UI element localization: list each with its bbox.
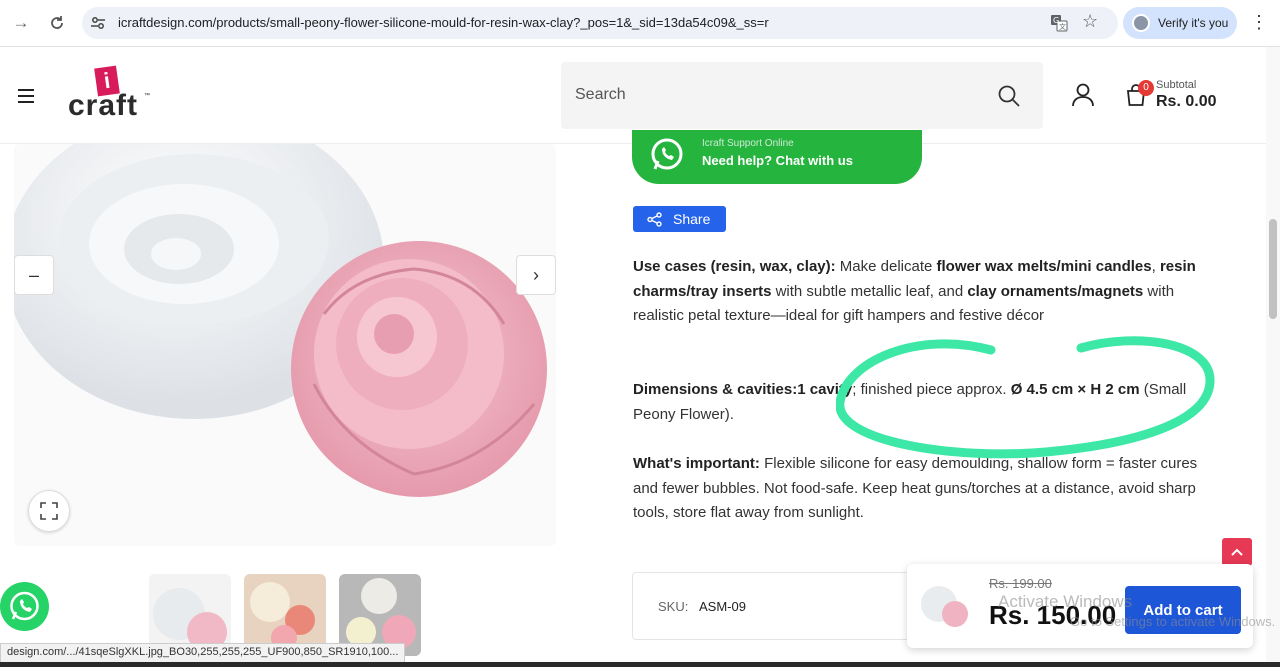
- logo-text: craft: [68, 89, 139, 122]
- tune-icon[interactable]: [90, 15, 106, 31]
- subtotal-value: Rs. 0.00: [1156, 93, 1217, 110]
- reload-icon[interactable]: [46, 12, 68, 34]
- translate-icon[interactable]: G文: [1050, 14, 1068, 32]
- important-paragraph: What's important: Flexible silicone for …: [633, 455, 1198, 521]
- sku-value: ASM-09: [699, 599, 746, 614]
- profile-button[interactable]: Verify it's you: [1123, 7, 1237, 39]
- user-icon[interactable]: [1070, 82, 1096, 108]
- windows-watermark-title: Activate Windows: [998, 592, 1133, 611]
- next-arrow-button[interactable]: ›: [516, 255, 556, 295]
- search-input[interactable]: [575, 82, 975, 108]
- scroll-to-top-button[interactable]: [1222, 538, 1252, 566]
- whatsapp-support-text: Icraft Support Online: [702, 138, 794, 149]
- logo-tm: ™: [144, 93, 150, 99]
- whatsapp-chat-button[interactable]: Icraft Support Online Need help? Chat wi…: [632, 130, 922, 184]
- whatsapp-label: Need help? Chat with us: [702, 153, 853, 168]
- scrollbar-thumb[interactable]: [1269, 219, 1277, 319]
- back-icon[interactable]: →: [10, 12, 32, 34]
- windows-watermark-subtitle: Go to Settings to activate Windows.: [1070, 614, 1276, 629]
- chevron-up-icon: [1231, 548, 1243, 556]
- product-image[interactable]: [14, 144, 556, 546]
- logo[interactable]: i craft ™: [68, 65, 152, 125]
- use-cases-paragraph: Use cases (resin, wax, clay): Make delic…: [633, 258, 1196, 324]
- whatsapp-float-button[interactable]: [0, 582, 49, 631]
- search-icon[interactable]: [997, 84, 1021, 108]
- profile-label: Verify it's you: [1158, 16, 1229, 30]
- url-text[interactable]: icraftdesign.com/products/small-peony-fl…: [118, 15, 769, 30]
- svg-text:文: 文: [1059, 22, 1066, 31]
- hamburger-icon[interactable]: [18, 89, 34, 103]
- status-bar-url: design.com/.../41sqeSlgXKL.jpg_BO30,255,…: [0, 643, 406, 663]
- old-price: Rs. 199.00: [989, 576, 1052, 591]
- sku-label: SKU:: [658, 599, 689, 614]
- search-box: [561, 62, 1043, 129]
- whatsapp-icon: [651, 138, 683, 170]
- address-bar[interactable]: icraftdesign.com/products/small-peony-fl…: [82, 7, 1118, 39]
- page-scrollbar[interactable]: [1266, 47, 1280, 667]
- taskbar: [0, 662, 1280, 667]
- expand-icon[interactable]: [28, 490, 70, 532]
- sku-box: SKU: ASM-09: [632, 572, 952, 640]
- browser-toolbar: → icraftdesign.com/products/small-peony-…: [0, 0, 1280, 47]
- peony-mould-photo: [14, 144, 556, 546]
- product-thumbnail: [921, 586, 968, 627]
- cart-count-badge: 0: [1138, 80, 1154, 96]
- menu-icon[interactable]: ⋮: [1250, 12, 1268, 33]
- avatar: [1132, 14, 1150, 32]
- share-icon: [647, 212, 662, 227]
- whatsapp-icon: [10, 591, 39, 621]
- highlight-annotation: [836, 336, 1215, 459]
- prev-arrow-button[interactable]: –: [14, 255, 54, 295]
- share-label: Share: [673, 211, 711, 227]
- star-icon[interactable]: ☆: [1082, 11, 1098, 32]
- share-button[interactable]: Share: [633, 206, 726, 232]
- subtotal-label: Subtotal: [1156, 79, 1197, 91]
